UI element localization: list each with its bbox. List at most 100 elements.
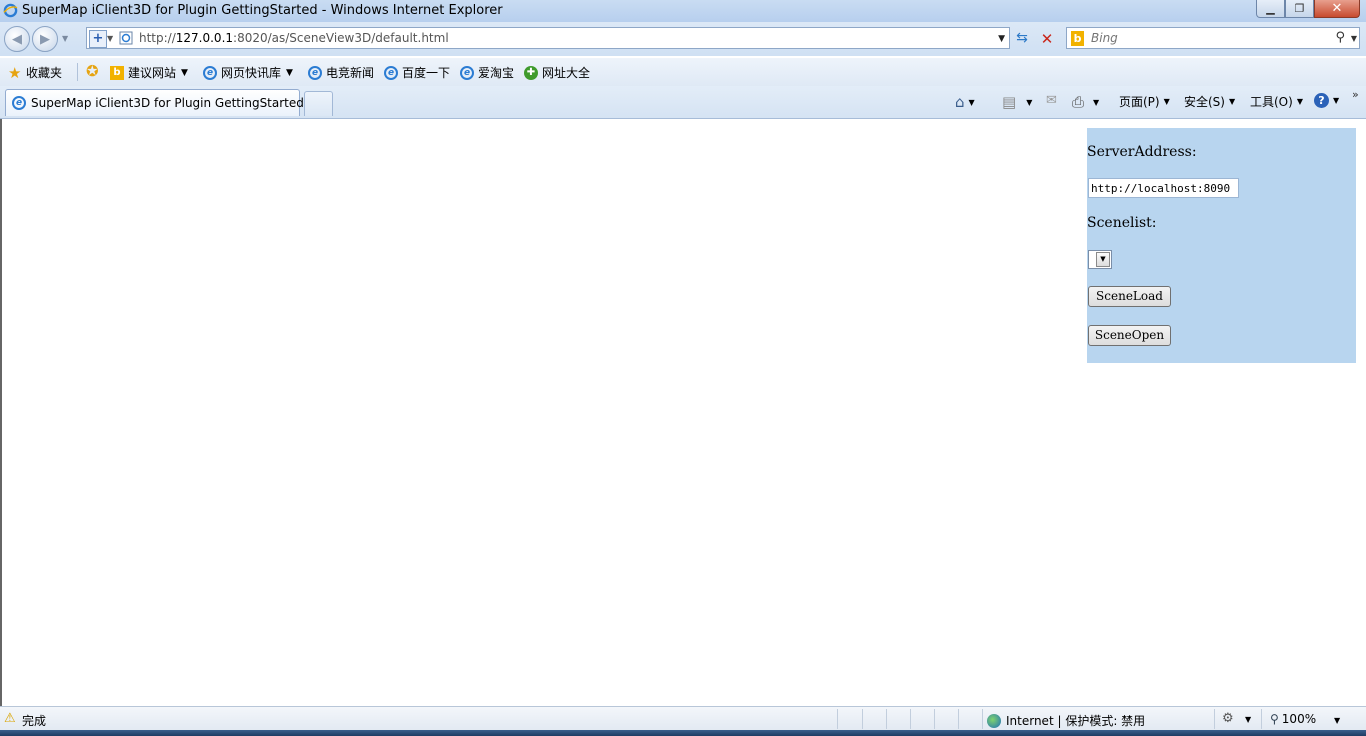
- help-button[interactable]: ? ▼: [1314, 93, 1339, 108]
- favorites-bar: ★ 收藏夹 ✪ b 建议网站 ▼ e 网页快讯库 ▼ e 电竞新闻 e 百度一下…: [0, 58, 1366, 86]
- home-button[interactable]: ⌂ ▼: [955, 93, 975, 111]
- navigation-bar: ◀ ▶ ▼ + ▼ http://127.0.0.1:8020/as/Scene…: [0, 22, 1366, 56]
- search-input[interactable]: [1091, 30, 1321, 46]
- page-menu-label: 页面(P): [1119, 95, 1160, 109]
- fav-item-label: 百度一下: [402, 66, 451, 80]
- forward-arrow-icon: ▶: [40, 31, 50, 47]
- dropdown-arrow-icon: ▼: [1093, 97, 1100, 107]
- forward-button[interactable]: ▶: [32, 26, 58, 52]
- address-bar[interactable]: + ▼ http://127.0.0.1:8020/as/SceneView3D…: [86, 27, 1010, 49]
- status-divider: [837, 709, 838, 729]
- fav-item-label: 建议网站: [128, 66, 177, 80]
- window-title: SuperMap iClient3D for Plugin GettingSta…: [22, 3, 503, 18]
- favorites-separator: [77, 63, 78, 81]
- refresh-icon[interactable]: ⇆: [1013, 30, 1031, 48]
- dropdown-arrow-icon: ▼: [286, 67, 293, 78]
- feeds-button[interactable]: ▤ ▼: [1002, 93, 1032, 111]
- close-window-button[interactable]: ✕: [1314, 0, 1360, 18]
- safety-menu-label: 安全(S): [1184, 95, 1225, 109]
- fav-item-label: 爱淘宝: [478, 66, 515, 80]
- status-divider: [910, 709, 911, 729]
- read-mail-button[interactable]: ✉: [1046, 93, 1057, 108]
- search-box[interactable]: b ⚲ ▼: [1066, 27, 1360, 49]
- print-button[interactable]: ⎙ ▼: [1072, 93, 1099, 111]
- printer-icon: ⎙: [1072, 93, 1085, 111]
- address-url[interactable]: http://127.0.0.1:8020/as/SceneView3D/def…: [139, 31, 449, 45]
- fav-item-label: 电竞新闻: [326, 66, 375, 80]
- fav-item-web-slice-gallery[interactable]: e 网页快讯库 ▼: [203, 64, 293, 81]
- status-divider: [1261, 709, 1262, 729]
- tools-menu-button[interactable]: 工具(O) ▼: [1250, 93, 1303, 110]
- fav-item-esports-news[interactable]: e 电竞新闻: [308, 64, 374, 81]
- ie-logo-icon: [3, 3, 18, 18]
- status-divider: [934, 709, 935, 729]
- add-to-favorites-bar-button[interactable]: ✪: [86, 62, 104, 80]
- maximize-button[interactable]: ❐: [1285, 0, 1314, 18]
- chevron-down-icon: ▼: [1096, 252, 1110, 267]
- back-button[interactable]: ◀: [4, 26, 30, 52]
- dropdown-arrow-icon: ▼: [181, 67, 188, 78]
- mail-icon: ✉: [1046, 93, 1057, 108]
- fav-item-suggested-sites[interactable]: b 建议网站 ▼: [110, 64, 188, 81]
- add-favorite-star-icon: ✪: [86, 62, 99, 80]
- fav-item-aitaobao[interactable]: e 爱淘宝: [460, 64, 514, 81]
- dropdown-arrow-icon: ▼: [968, 97, 975, 107]
- ie-page-icon: e: [308, 65, 322, 80]
- tools-menu-label: 工具(O): [1250, 95, 1293, 109]
- back-arrow-icon: ◀: [12, 31, 22, 47]
- window-controls: ▁ ❐ ✕: [1256, 0, 1360, 19]
- fav-item-baidu[interactable]: e 百度一下: [384, 64, 450, 81]
- window-titlebar: SuperMap iClient3D for Plugin GettingSta…: [0, 0, 1366, 22]
- zoom-level-button[interactable]: ⚲ 100%: [1270, 712, 1316, 726]
- new-tab-button[interactable]: [304, 91, 333, 116]
- scene-load-button[interactable]: SceneLoad: [1088, 286, 1171, 307]
- star-icon: ★: [8, 63, 22, 82]
- favorites-button[interactable]: ★ 收藏夹: [8, 64, 62, 81]
- bing-icon: b: [1071, 31, 1084, 46]
- help-icon: ?: [1314, 93, 1329, 108]
- rss-feed-icon: ▤: [1002, 93, 1017, 111]
- status-divider: [982, 709, 983, 729]
- stop-icon[interactable]: ✕: [1038, 30, 1056, 48]
- safety-menu-button[interactable]: 安全(S) ▼: [1184, 93, 1235, 110]
- tab-title: SuperMap iClient3D for Plugin GettingSta…: [31, 96, 304, 110]
- ie-page-icon: e: [203, 65, 217, 80]
- scenelist-label: Scenelist:: [1087, 215, 1157, 231]
- fav-item-url-directory[interactable]: ✚ 网址大全: [524, 64, 590, 81]
- dropdown-arrow-icon: ▼: [1026, 97, 1033, 107]
- warning-icon: ⚠: [4, 711, 16, 726]
- url-host: 127.0.0.1: [175, 31, 234, 45]
- security-zone-text: Internet | 保护模式: 禁用: [1006, 714, 1146, 728]
- green-globe-icon: ✚: [524, 65, 538, 80]
- recent-pages-dropdown-icon[interactable]: ▼: [62, 34, 68, 43]
- server-address-input[interactable]: [1088, 178, 1239, 198]
- tab-bar: e SuperMap iClient3D for Plugin GettingS…: [0, 86, 1366, 119]
- page-menu-button[interactable]: 页面(P) ▼: [1119, 93, 1170, 110]
- scenelist-select[interactable]: ▼: [1088, 250, 1112, 269]
- url-scheme: http://: [139, 31, 176, 45]
- tab-active[interactable]: e SuperMap iClient3D for Plugin GettingS…: [5, 89, 304, 116]
- zoom-dropdown-icon[interactable]: ▼: [1334, 716, 1340, 725]
- search-icon[interactable]: ⚲: [1335, 30, 1345, 45]
- zoom-icon: ⚲: [1270, 712, 1279, 726]
- address-dropdown-icon[interactable]: ▼: [998, 34, 1005, 44]
- minimize-button[interactable]: ▁: [1256, 0, 1285, 18]
- security-zone[interactable]: Internet | 保护模式: 禁用: [987, 712, 1145, 729]
- compatibility-view-icon[interactable]: +: [89, 30, 107, 48]
- url-path: :8020/as/SceneView3D/default.html: [233, 31, 449, 45]
- search-options-dropdown-icon[interactable]: ▼: [1351, 34, 1357, 43]
- status-bar: ⚠ 完成 Internet | 保护模式: 禁用 ⚙ ▼ ⚲ 100% ▼: [0, 706, 1366, 731]
- ie-page-icon: e: [12, 96, 26, 110]
- dropdown-arrow-icon: ▼: [1228, 97, 1236, 106]
- fav-item-label: 网址大全: [542, 66, 591, 80]
- status-divider: [1214, 709, 1215, 729]
- dropdown-arrow-icon: ▼: [1163, 97, 1170, 106]
- dropdown-arrow-icon[interactable]: ▼: [1245, 715, 1251, 724]
- compatibility-dropdown-icon[interactable]: ▼: [107, 34, 113, 43]
- scene-open-button[interactable]: SceneOpen: [1088, 325, 1171, 346]
- chevron-more-icon[interactable]: »: [1352, 88, 1359, 101]
- ie-page-icon: [119, 31, 133, 45]
- protected-mode-icon[interactable]: ⚙: [1222, 711, 1234, 726]
- status-divider: [958, 709, 959, 729]
- status-divider: [862, 709, 863, 729]
